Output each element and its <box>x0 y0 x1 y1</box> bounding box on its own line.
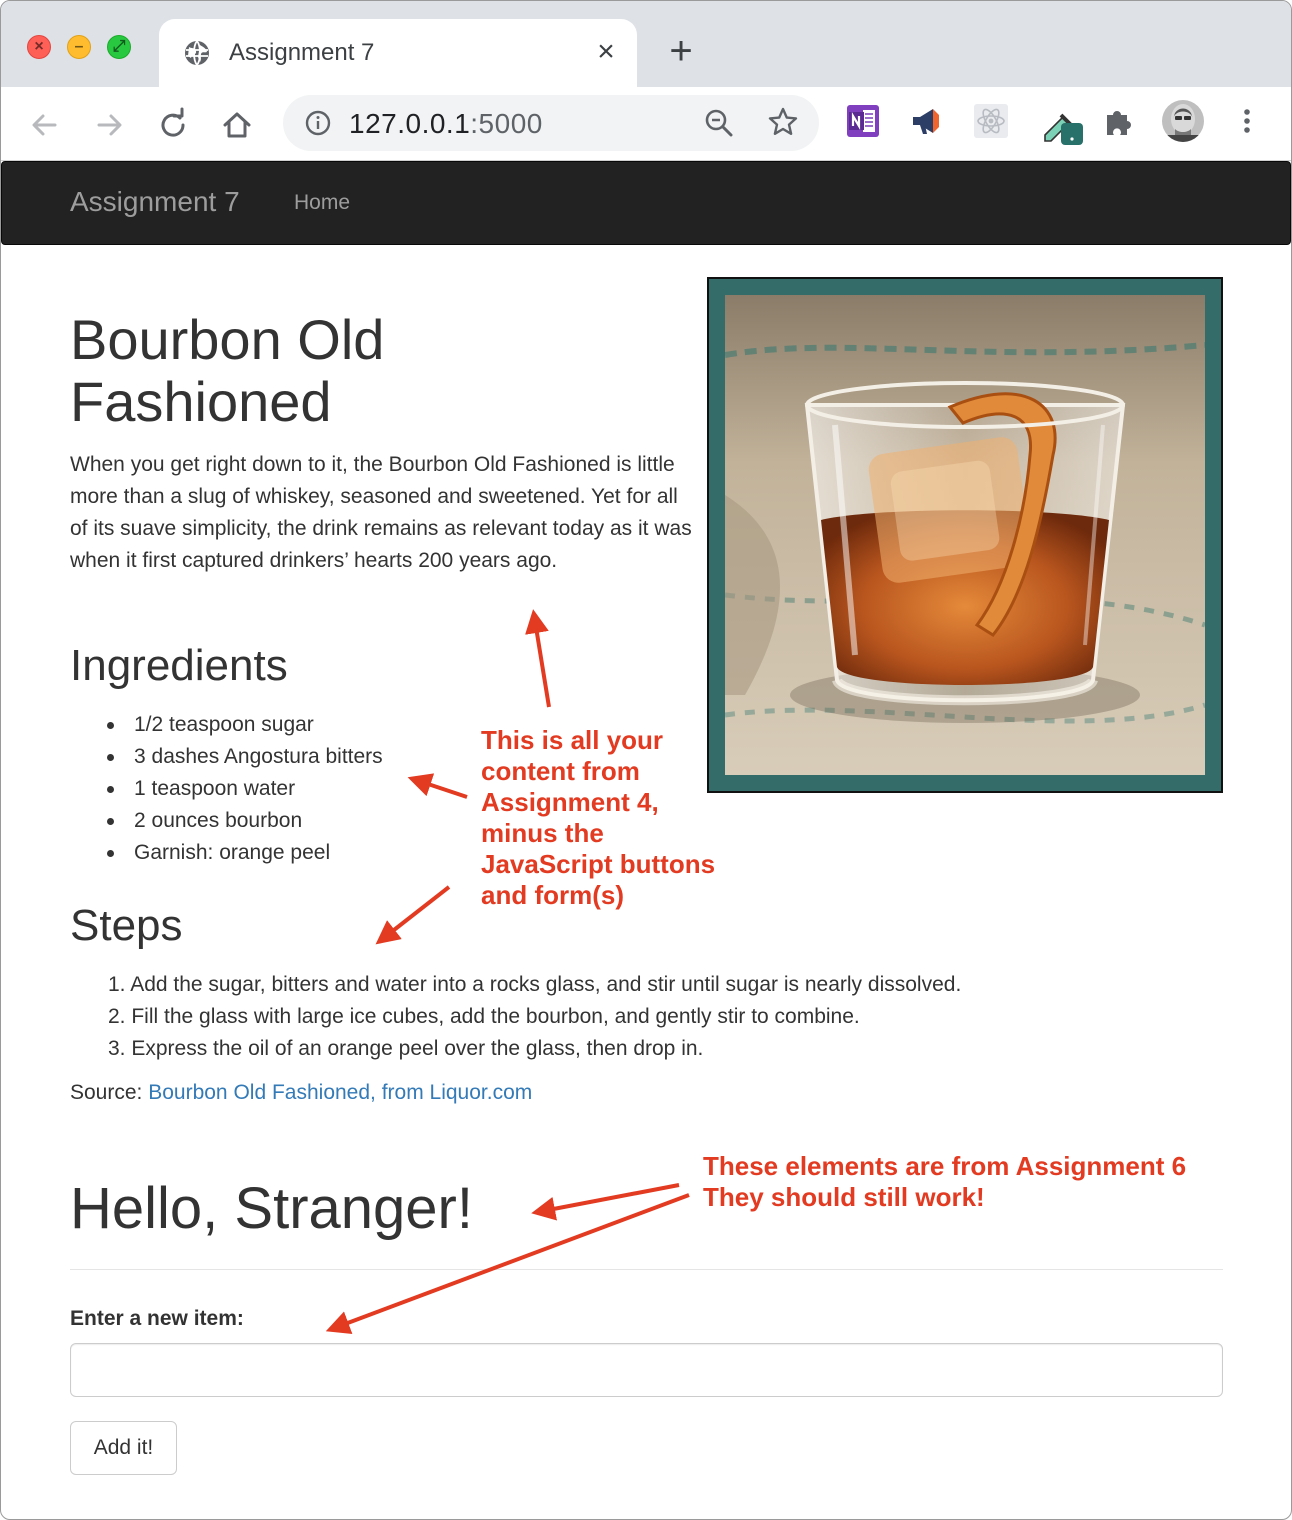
recipe-title: Bourbon Old Fashioned <box>70 308 385 433</box>
forward-icon[interactable] <box>89 105 129 145</box>
reload-icon[interactable] <box>153 105 193 145</box>
tab-title: Assignment 7 <box>229 39 375 66</box>
recipe-intro: When you get right down to it, the Bourb… <box>70 453 692 572</box>
onenote-extension-icon[interactable] <box>845 103 881 139</box>
zoom-out-icon[interactable] <box>703 107 735 139</box>
back-icon[interactable] <box>25 105 65 145</box>
list-item: Garnish: orange peel <box>107 837 383 869</box>
close-window-icon: × <box>34 38 44 55</box>
list-item: 1. Add the sugar, bitters and water into… <box>108 973 962 996</box>
profile-avatar[interactable] <box>1161 99 1205 143</box>
add-item-button[interactable]: Add it! <box>70 1421 177 1475</box>
extensions-puzzle-icon[interactable] <box>1101 103 1137 139</box>
globe-icon <box>185 40 209 66</box>
new-item-label: Enter a new item: <box>70 1307 244 1330</box>
address-bar[interactable]: 127.0.0.1:5000 <box>283 95 819 151</box>
close-window-button[interactable]: × <box>27 35 51 59</box>
home-icon[interactable] <box>217 105 257 145</box>
list-item: 2 ounces bourbon <box>107 805 383 837</box>
ingredients-list: 1/2 teaspoon sugar 3 dashes Angostura bi… <box>107 709 383 869</box>
url-text[interactable]: 127.0.0.1:5000 <box>349 108 543 140</box>
eyedropper-extension-icon[interactable] <box>1037 99 1085 147</box>
new-item-input[interactable] <box>70 1343 1223 1397</box>
tab-close-icon[interactable]: × <box>591 35 621 69</box>
source-label: Source: <box>70 1081 149 1104</box>
steps-heading: Steps <box>70 901 183 950</box>
arrow-to-greeting <box>531 1183 680 1221</box>
cocktail-photo-frame <box>707 277 1223 793</box>
ingredients-heading: Ingredients <box>70 641 288 690</box>
divider <box>70 1269 1223 1270</box>
more-menu-icon[interactable] <box>1229 103 1265 139</box>
url-host: 127.0.0.1 <box>349 108 471 139</box>
minimize-window-button[interactable]: – <box>67 35 91 59</box>
megaphone-extension-icon[interactable] <box>909 103 945 139</box>
list-item: 1 teaspoon water <box>107 773 383 805</box>
fullscreen-window-icon: ⤢ <box>112 38 126 55</box>
react-devtools-icon[interactable] <box>973 103 1009 139</box>
source-line: Source: Bourbon Old Fashioned, from Liqu… <box>70 1081 532 1105</box>
minimize-window-icon: – <box>74 38 84 55</box>
site-info-icon[interactable] <box>305 110 331 136</box>
bookmark-star-icon[interactable] <box>767 106 799 138</box>
browser-window: × – ⤢ Assignment 7 × + 127.0.0.1:5000 As… <box>0 0 1292 1520</box>
annotation-assignment-6: These elements are from Assignment 6 The… <box>703 1151 1263 1213</box>
arrow-to-intro <box>525 609 551 708</box>
arrow-to-ingredients <box>407 773 468 799</box>
list-item: 3. Express the oil of an orange peel ove… <box>108 1037 704 1060</box>
tab-assignment-7[interactable]: Assignment 7 × <box>159 19 637 87</box>
cocktail-photo <box>725 295 1205 775</box>
navbar-brand[interactable]: Assignment 7 <box>70 186 240 218</box>
annotation-line: They should still work! <box>703 1182 985 1212</box>
url-port: :5000 <box>470 108 543 139</box>
arrow-to-steps <box>375 885 451 945</box>
new-tab-button[interactable]: + <box>661 31 701 71</box>
browser-toolbar: 127.0.0.1:5000 <box>1 87 1291 161</box>
annotation-line: These elements are from Assignment 6 <box>703 1151 1187 1181</box>
annotation-assignment-4: This is all your content from Assignment… <box>481 725 716 910</box>
list-item: 3 dashes Angostura bitters <box>107 741 383 773</box>
steps-list: 1. Add the sugar, bitters and water into… <box>108 969 961 1065</box>
fullscreen-window-button[interactable]: ⤢ <box>107 35 131 59</box>
source-link[interactable]: Bourbon Old Fashioned, from Liquor.com <box>148 1081 532 1104</box>
list-item: 2. Fill the glass with large ice cubes, … <box>108 1005 860 1028</box>
site-navbar: Assignment 7 Home <box>1 161 1291 245</box>
tab-strip: × – ⤢ Assignment 7 × + <box>1 1 1291 87</box>
nav-link-home[interactable]: Home <box>294 191 350 215</box>
list-item: 1/2 teaspoon sugar <box>107 709 383 741</box>
page-content: Bourbon Old Fashioned When you get right… <box>1 245 1291 1519</box>
greeting-title: Hello, Stranger! <box>70 1176 473 1241</box>
